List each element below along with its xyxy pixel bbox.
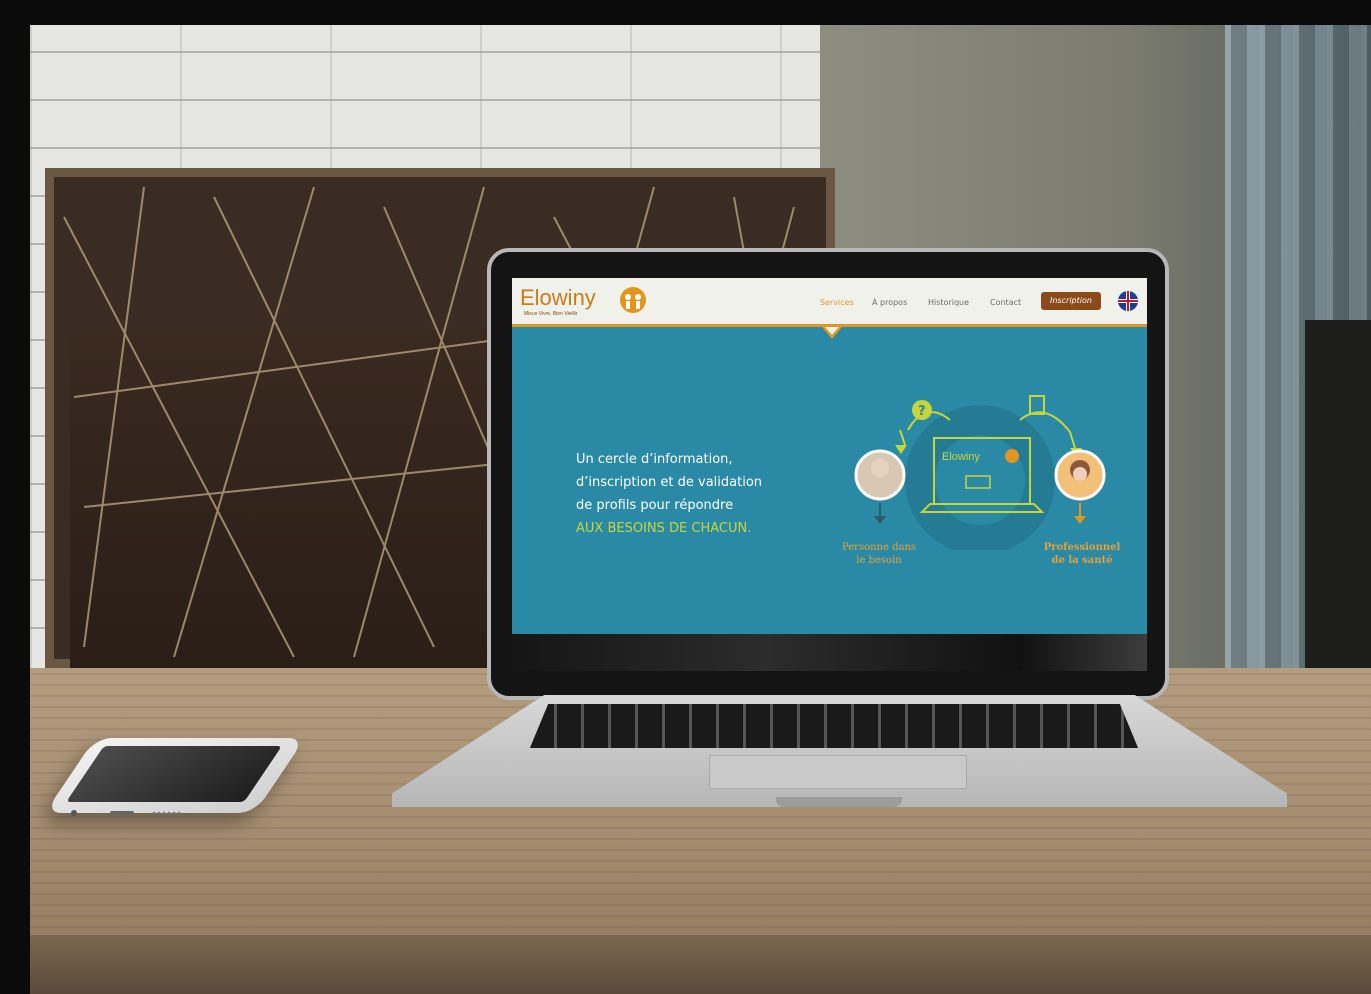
svg-text:?: ? bbox=[918, 404, 926, 419]
photo-scene: Elowiny Mieux Vivre, Bien Vieillir Servi… bbox=[0, 0, 1371, 994]
hero-line: de profils pour répondre bbox=[576, 498, 734, 513]
table-edge bbox=[30, 935, 1371, 994]
nav-historique[interactable]: Historique bbox=[928, 298, 969, 307]
hero-highlight: AUX BESOINS DE CHACUN. bbox=[576, 521, 752, 536]
hero-line: Un cercle d’information, bbox=[576, 452, 733, 467]
phone-screen bbox=[66, 746, 282, 802]
laptop-screen: Elowiny Mieux Vivre, Bien Vieillir Servi… bbox=[512, 278, 1147, 671]
family-logo-icon bbox=[620, 287, 646, 313]
inscription-button[interactable]: Inscription bbox=[1041, 292, 1101, 310]
nav-a-propos[interactable]: À propos bbox=[872, 298, 907, 307]
speaker bbox=[1305, 320, 1371, 680]
nav-contact[interactable]: Contact bbox=[990, 298, 1021, 307]
services-illustration: Elowiny ? bbox=[854, 395, 1106, 550]
site-logo[interactable]: Elowiny bbox=[520, 285, 596, 311]
site-tagline: Mieux Vivre, Bien Vieillir bbox=[524, 311, 578, 317]
site-header: Elowiny Mieux Vivre, Bien Vieillir Servi… bbox=[512, 278, 1147, 327]
phone-ports bbox=[71, 810, 181, 816]
header-pointer-icon bbox=[822, 327, 842, 339]
person-in-need-label: Personne dans le besoin bbox=[841, 542, 917, 566]
hero-line: d’inscription et de validation bbox=[576, 475, 763, 490]
health-professional-label: Professionnel de la santé bbox=[1043, 542, 1121, 566]
keyboard bbox=[530, 704, 1138, 748]
hero-text: Un cercle d’information, d’inscription e… bbox=[576, 448, 806, 540]
screen-logo: Elowiny bbox=[942, 451, 980, 463]
next-section-strip bbox=[512, 634, 1147, 671]
uk-flag-icon[interactable] bbox=[1117, 290, 1139, 312]
trackpad bbox=[709, 755, 967, 789]
nav-services[interactable]: Services bbox=[820, 298, 854, 307]
laptop-front-notch bbox=[776, 797, 902, 807]
